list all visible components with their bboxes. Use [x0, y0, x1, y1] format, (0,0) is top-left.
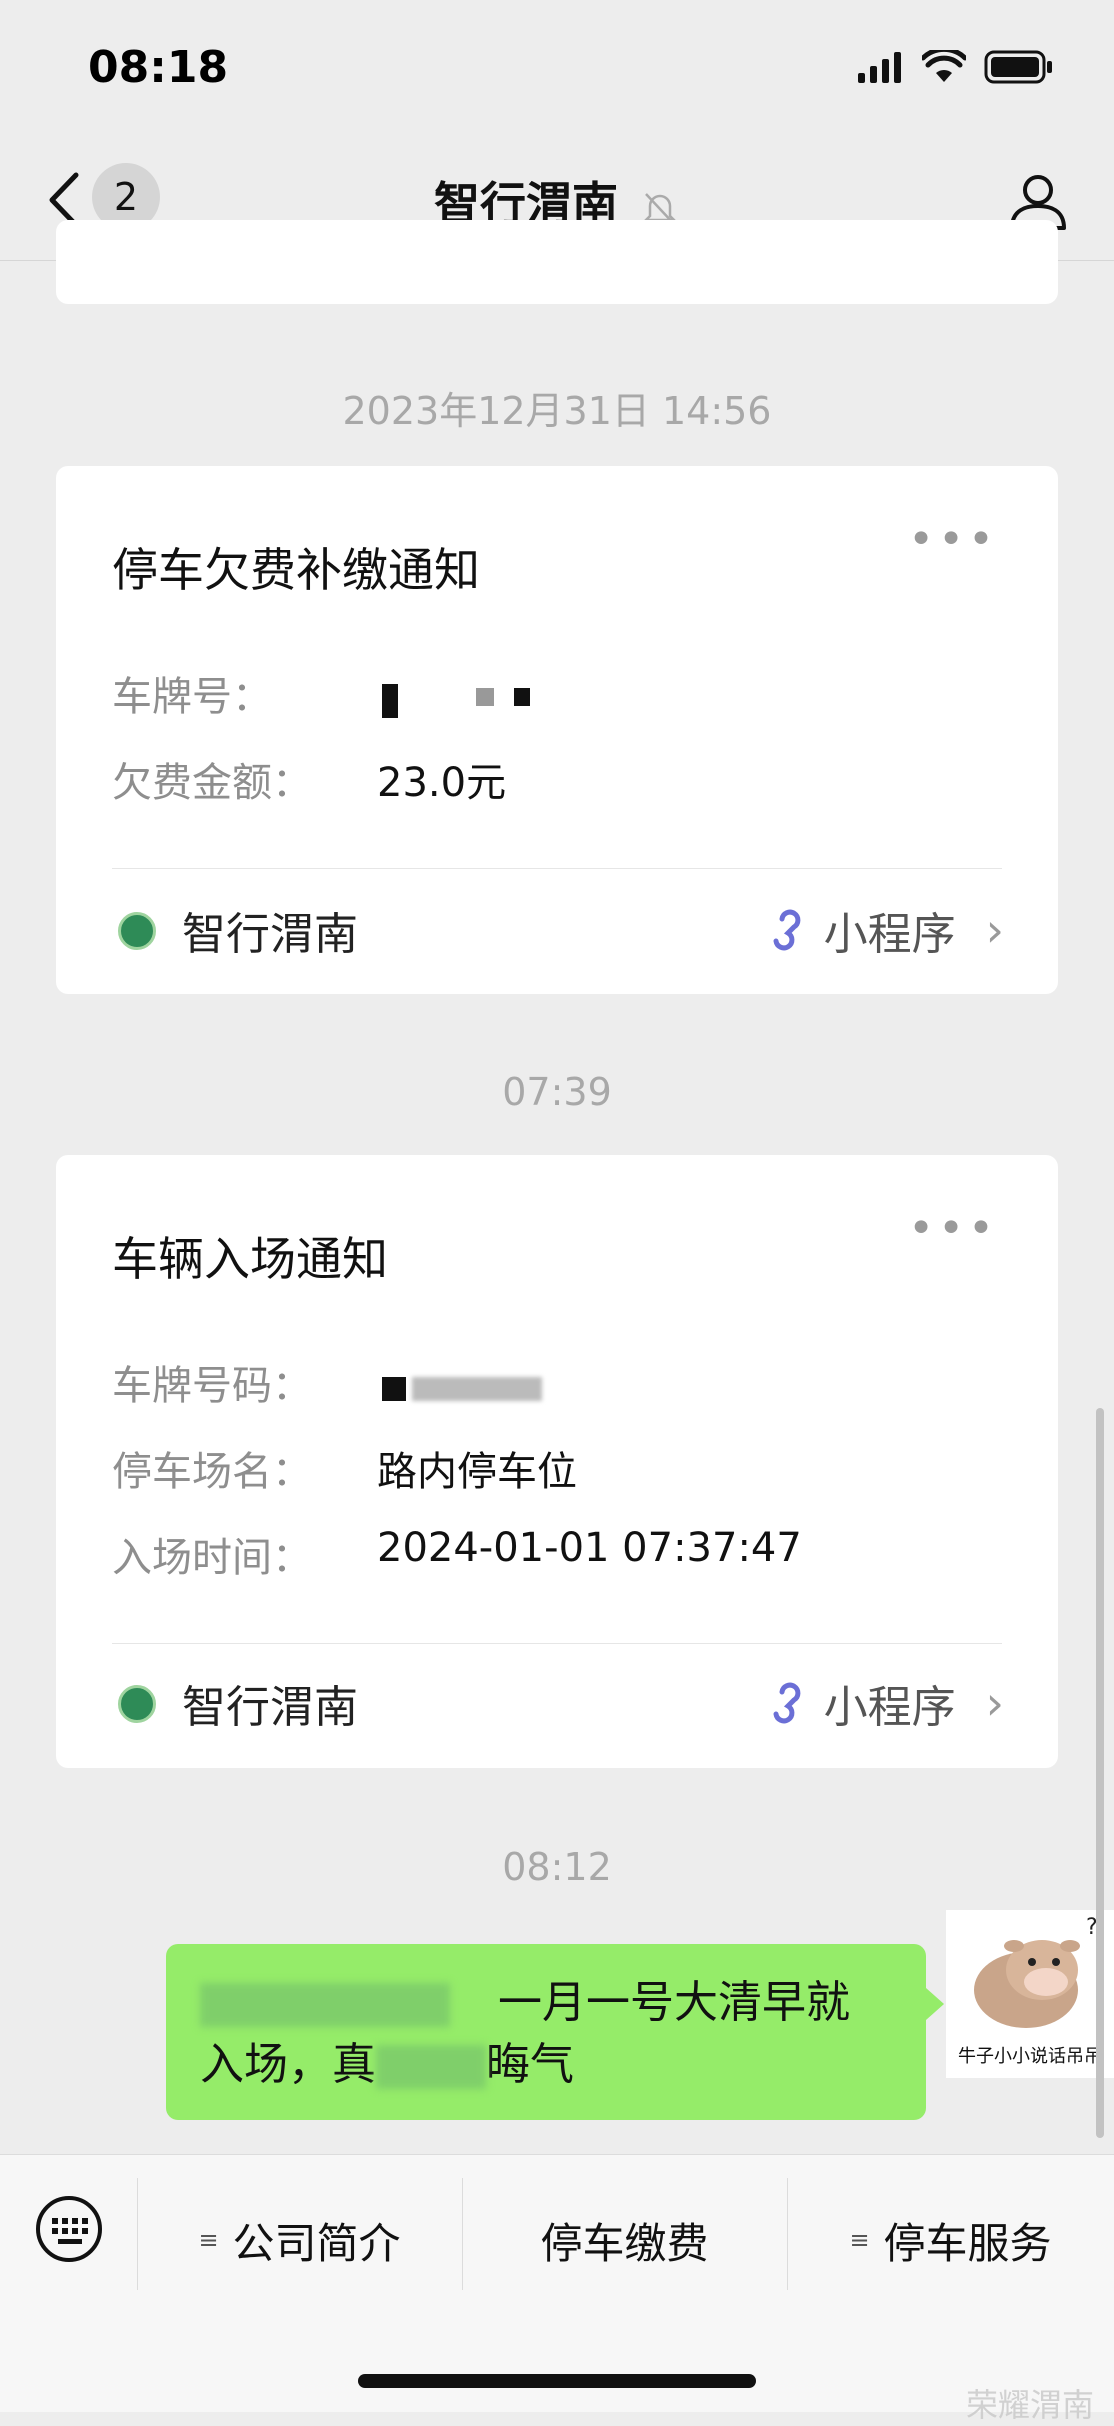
- menu-label: 停车服务: [883, 2218, 1052, 2268]
- avatar-caption: 牛子小小说话吊吊: [958, 2046, 1102, 2067]
- amount-value: 23.0元: [377, 760, 507, 806]
- message-text: 一月一号大清早就 入场，真 晦气: [200, 1972, 900, 2096]
- more-options-icon[interactable]: •••: [908, 1203, 998, 1254]
- amount-label: 欠费金额：: [112, 760, 312, 806]
- previous-card[interactable]: [56, 220, 1058, 304]
- menu-list-icon: ≡: [198, 2226, 219, 2254]
- redacted-plate: [476, 688, 494, 706]
- menu-parking-payment[interactable]: 停车缴费: [462, 2190, 787, 2290]
- blurred-text: [200, 1983, 450, 2027]
- card-title: 车辆入场通知: [112, 1232, 388, 1286]
- message-line2-end: 晦气: [486, 2039, 574, 2090]
- entry-time-value: 2024-01-01 07:37:47: [377, 1525, 802, 1571]
- home-indicator[interactable]: [358, 2374, 756, 2388]
- signal-icon: [858, 52, 901, 83]
- card-title: 停车欠费补缴通知: [112, 543, 480, 597]
- message-line1: 一月一号大清早就: [498, 1977, 850, 2028]
- lot-label: 停车场名：: [112, 1449, 312, 1495]
- mini-program-link[interactable]: 小程序 ›: [768, 898, 1004, 962]
- menu-parking-service[interactable]: ≡ 停车服务: [787, 2190, 1114, 2290]
- message-line2-start: 入场，真: [200, 2039, 376, 2090]
- battery-icon: [984, 50, 1052, 84]
- menu-label: 公司简介: [232, 2218, 401, 2268]
- mini-program-label: 小程序: [823, 1682, 956, 1733]
- message-bubble[interactable]: 一月一号大清早就 入场，真 晦气: [166, 1944, 926, 2120]
- redacted-plate: [382, 684, 398, 718]
- redacted-plate: [382, 1377, 406, 1401]
- scrollbar[interactable]: [1096, 1408, 1104, 2138]
- wifi-icon: [922, 50, 966, 82]
- mini-program-icon: [773, 1682, 800, 1724]
- mini-program-icon: [773, 909, 800, 951]
- card-divider: [112, 1643, 1002, 1644]
- arrears-notice-card[interactable]: 停车欠费补缴通知 ••• 车牌号： 欠费金额： 23.0元 智行渭南 小程序 ›: [56, 466, 1058, 994]
- status-icons: [856, 50, 1054, 84]
- timestamp: 08:12: [502, 1845, 612, 1889]
- watermark: 荣耀渭南: [965, 2386, 1094, 2424]
- avatar[interactable]: ? 牛子小小说话吊吊: [946, 1910, 1114, 2078]
- more-options-icon[interactable]: •••: [908, 514, 998, 565]
- plate-label: 车牌号码：: [112, 1363, 312, 1409]
- chevron-right-icon: ›: [985, 903, 1004, 957]
- blurred-text: [376, 2045, 486, 2089]
- brand-logo: [118, 912, 156, 950]
- entry-time-label: 入场时间：: [112, 1535, 312, 1581]
- redacted-plate: [514, 688, 530, 706]
- vehicle-entry-card[interactable]: 车辆入场通知 ••• 车牌号码： 停车场名： 路内停车位 入场时间： 2024-…: [56, 1155, 1058, 1768]
- menu-company-intro[interactable]: ≡ 公司简介: [137, 2190, 462, 2290]
- card-divider: [112, 868, 1002, 869]
- timestamp: 2023年12月31日 14:56: [342, 389, 772, 433]
- menu-label: 停车缴费: [540, 2218, 709, 2268]
- brand-name: 智行渭南: [182, 909, 358, 960]
- lot-value: 路内停车位: [377, 1449, 577, 1495]
- timestamp: 07:39: [502, 1070, 612, 1114]
- brand-name: 智行渭南: [182, 1682, 358, 1733]
- keyboard-icon[interactable]: [34, 2194, 104, 2264]
- cow-sticker-icon: ?: [974, 1915, 1098, 2028]
- status-time: 08:18: [88, 42, 229, 93]
- menu-list-icon: ≡: [849, 2226, 870, 2254]
- plate-label: 车牌号：: [112, 674, 272, 720]
- bubble-tail: [926, 1988, 944, 2020]
- redacted-plate: [412, 1377, 542, 1401]
- mini-program-label: 小程序: [823, 909, 956, 960]
- chevron-right-icon: ›: [985, 1676, 1004, 1730]
- mini-program-link[interactable]: 小程序 ›: [768, 1671, 1004, 1735]
- brand-logo: [118, 1685, 156, 1723]
